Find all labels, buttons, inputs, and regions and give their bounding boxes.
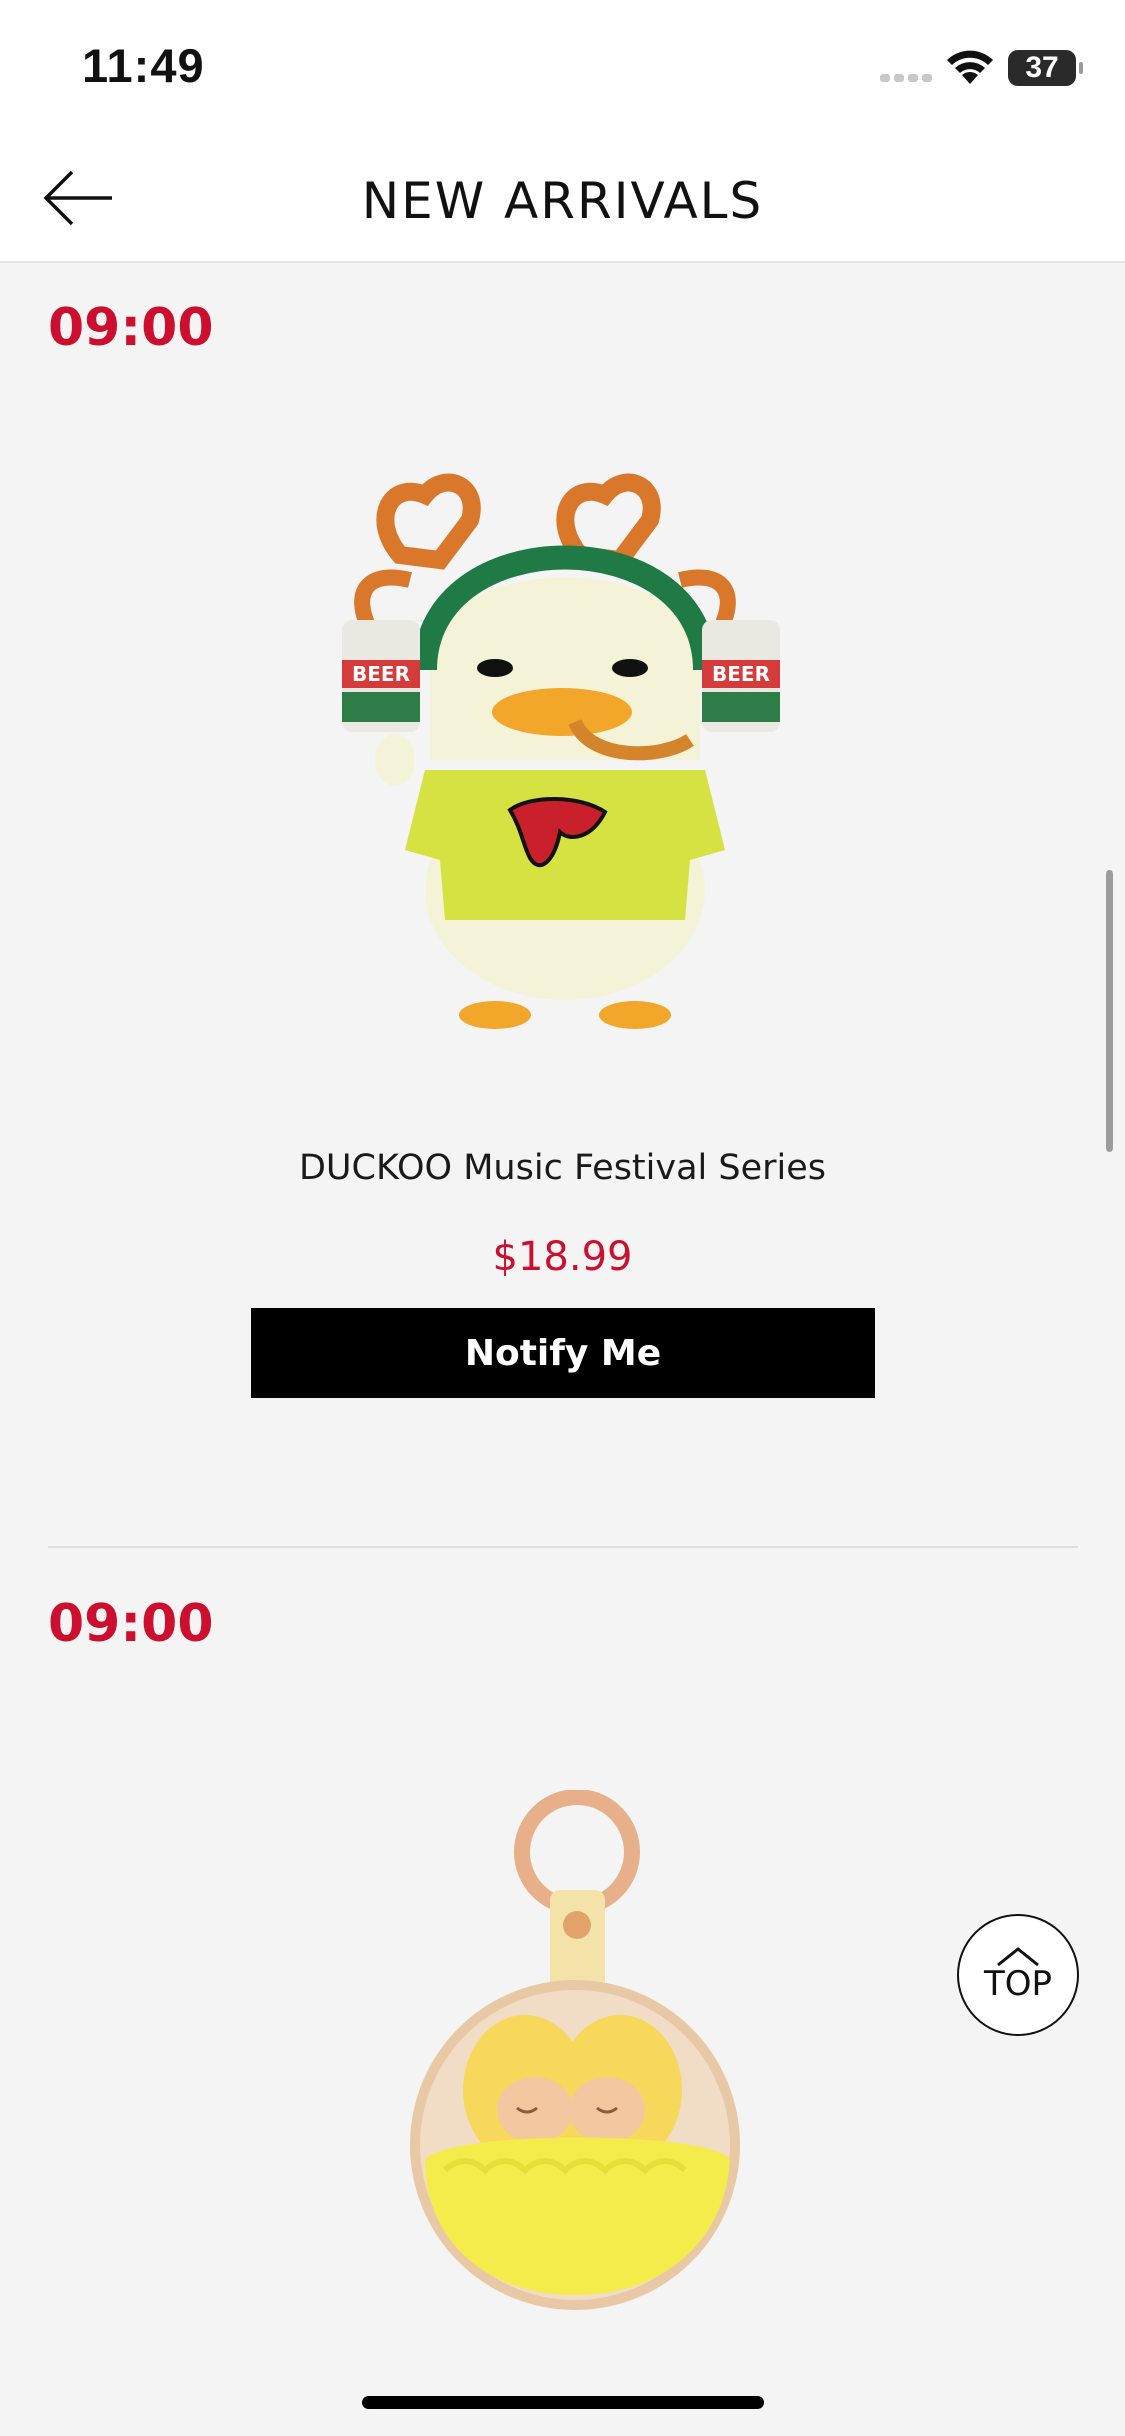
battery-icon: 37: [1008, 50, 1083, 86]
release-time-label: 09:00: [48, 298, 214, 358]
section-divider: [48, 1546, 1078, 1548]
svg-text:BEER: BEER: [352, 662, 410, 686]
duckoo-figure-image[interactable]: BEER BEER: [330, 460, 800, 1030]
product-name[interactable]: DUCKOO Music Festival Series: [0, 1148, 1125, 1188]
page-title: NEW ARRIVALS: [361, 171, 764, 230]
product-price: $18.99: [492, 1234, 633, 1280]
svg-text:BEER: BEER: [712, 662, 770, 686]
keychain-plush-image[interactable]: [385, 1790, 745, 2310]
status-bar: 11:49 37: [0, 0, 1125, 140]
scroll-indicator[interactable]: [1106, 870, 1113, 1152]
home-indicator[interactable]: [362, 2396, 764, 2409]
navigation-bar: NEW ARRIVALS: [0, 140, 1125, 263]
release-time-label: 09:00: [48, 1594, 214, 1654]
scroll-to-top-button[interactable]: TOP: [957, 1914, 1079, 2036]
status-time: 11:49: [82, 39, 205, 92]
battery-level: 37: [1025, 51, 1059, 84]
wifi-icon: [947, 50, 993, 84]
notify-me-button[interactable]: Notify Me: [251, 1308, 875, 1398]
cellular-signal-icon: [880, 74, 932, 82]
top-button-label: TOP: [983, 1964, 1053, 2004]
